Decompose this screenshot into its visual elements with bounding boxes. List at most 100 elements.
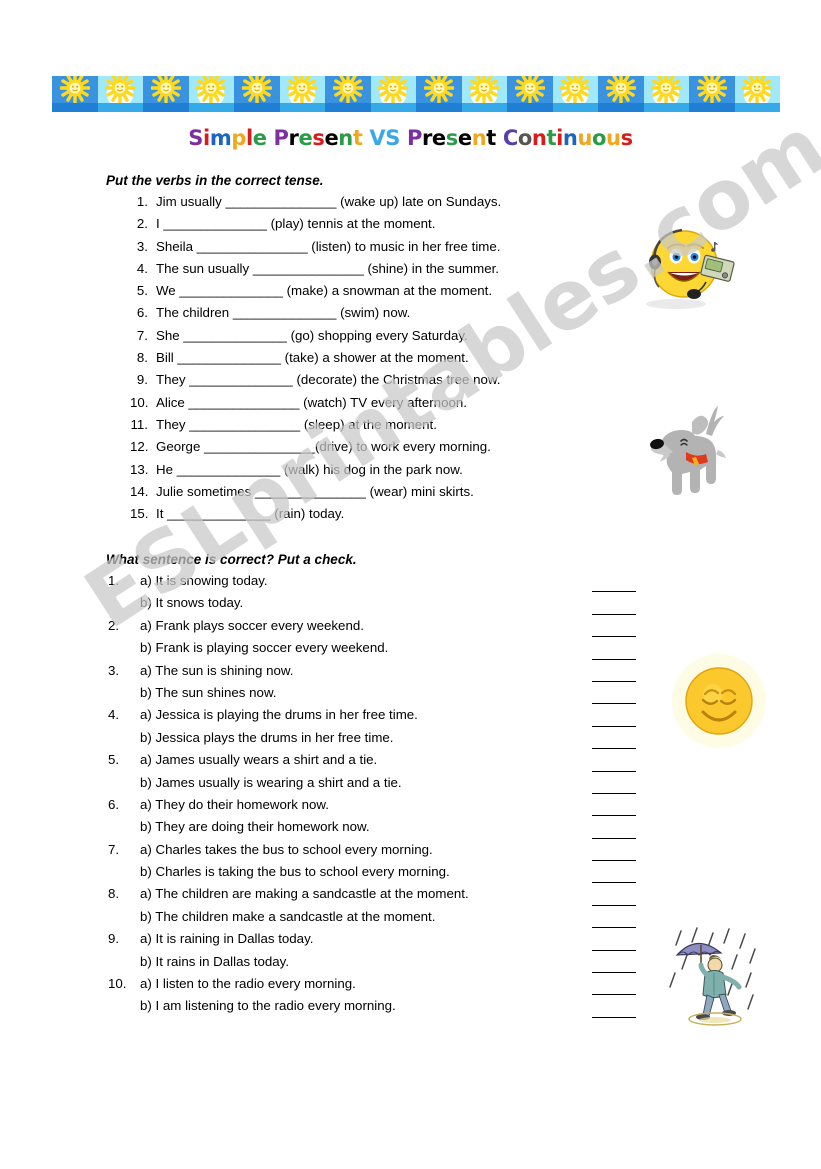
option-sentence: a) James usually wears a shirt and a tie…	[140, 752, 378, 768]
answer-blank[interactable]	[592, 1016, 636, 1018]
exercise-1-item[interactable]: 1. Jim usually _______________ (wake up) …	[130, 194, 600, 216]
banner-sun-tile	[598, 76, 644, 112]
item-number: 6.	[108, 796, 120, 812]
answer-blank[interactable]	[592, 949, 636, 951]
exercise-2-option-row[interactable]: b) They are doing their homework now.	[106, 819, 646, 841]
answer-blank[interactable]	[592, 972, 636, 974]
option-sentence: a) The sun is shining now.	[140, 662, 294, 678]
exercise-1-item[interactable]: 8. Bill ______________ (take) a shower at…	[130, 350, 600, 372]
answer-blank[interactable]	[592, 613, 636, 615]
title-letter: r	[288, 126, 299, 150]
exercise-2-option-row[interactable]: 6. a) They do their homework now.	[106, 797, 646, 819]
exercise-1-item[interactable]: 11. They _______________ (sleep) at the m…	[130, 417, 600, 439]
sun-icon	[423, 76, 454, 103]
item-number: 7.	[136, 327, 148, 343]
exercise-1-item[interactable]: 10. Alice _______________ (watch) TV ever…	[130, 395, 600, 417]
exercise-1-item[interactable]: 15. It ______________ (rain) today.	[130, 506, 600, 528]
answer-blank[interactable]	[592, 703, 636, 705]
item-number: 7.	[108, 841, 120, 857]
exercise-1-item[interactable]: 4. The sun usually _______________ (shine…	[130, 261, 600, 283]
answer-blank[interactable]	[592, 882, 636, 884]
item-number: 1.	[108, 573, 120, 588]
water-strip	[234, 100, 280, 112]
answer-blank[interactable]	[592, 904, 636, 906]
sun-icon	[514, 76, 545, 103]
title-letter: s	[445, 126, 459, 150]
title-letter: S	[188, 126, 204, 150]
exercise-2-option-row[interactable]: b) It snows today.	[106, 595, 646, 617]
item-sentence: We ______________ (make) a snowman at th…	[156, 283, 493, 299]
water-strip	[734, 100, 780, 112]
exercise-2-option-row[interactable]: 10. a) I listen to the radio every mornin…	[106, 976, 646, 998]
option-sentence: b) Jessica plays the drums in her free t…	[140, 729, 394, 745]
exercise-1-item[interactable]: 7. She ______________ (go) shopping every…	[130, 328, 600, 350]
smiley-with-headphones-icon	[630, 218, 740, 310]
title-letter: s	[312, 126, 325, 150]
exercise-2-heading: What sentence is correct? Put a check.	[106, 552, 357, 567]
exercise-2-option-row[interactable]: 7. a) Charles takes the bus to school eve…	[106, 842, 646, 864]
answer-blank[interactable]	[592, 658, 636, 660]
exercise-2-option-row[interactable]: 4. a) Jessica is playing the drums in her…	[106, 707, 646, 729]
water-strip	[188, 100, 234, 112]
water-strip	[325, 100, 371, 112]
banner-sun-tile	[370, 76, 416, 112]
exercise-2-option-row[interactable]: b) Jessica plays the drums in her free t…	[106, 730, 646, 752]
exercise-2-option-row[interactable]: b) I am listening to the radio every mor…	[106, 998, 646, 1020]
item-number	[106, 864, 140, 879]
answer-blank[interactable]	[592, 591, 636, 593]
item-number	[106, 819, 140, 834]
exercise-2-option-row[interactable]: b) The sun shines now.	[106, 685, 646, 707]
exercise-2-option-row[interactable]: 1. a) It is snowing today.	[106, 573, 646, 595]
banner-sun-tile	[279, 76, 325, 112]
item-number: 1.	[136, 194, 148, 209]
banner-sun-tile	[552, 76, 598, 112]
answer-blank[interactable]	[592, 725, 636, 727]
exercise-1-item[interactable]: 3. Sheila _______________ (listen) to mus…	[130, 239, 600, 261]
title-letter: e	[457, 126, 472, 150]
exercise-2-option-row[interactable]: b) Charles is taking the bus to school e…	[106, 864, 646, 886]
answer-blank[interactable]	[592, 636, 636, 638]
exercise-2-option-row[interactable]: 9. a) It is raining in Dallas today.	[106, 931, 646, 953]
answer-blank[interactable]	[592, 837, 636, 839]
exercise-2-option-row[interactable]: 8. a) The children are making a sandcastl…	[106, 886, 646, 908]
answer-blank[interactable]	[592, 680, 636, 682]
exercise-2-option-row[interactable]: 2. a) Frank plays soccer every weekend.	[106, 618, 646, 640]
exercise-2-option-row[interactable]: b) Frank is playing soccer every weekend…	[106, 640, 646, 662]
item-number: 8.	[136, 350, 148, 366]
exercise-1-list: 1. Jim usually _______________ (wake up) …	[130, 194, 600, 528]
item-sentence: Alice _______________ (watch) TV every a…	[156, 394, 467, 410]
exercise-2-option-row[interactable]: 5. a) James usually wears a shirt and a t…	[106, 752, 646, 774]
banner-sun-tile	[643, 76, 689, 112]
answer-blank[interactable]	[592, 748, 636, 750]
sun-icon	[332, 76, 363, 103]
exercise-1-item[interactable]: 2. I ______________ (play) tennis at the …	[130, 216, 600, 238]
exercise-1-item[interactable]: 6. The children ______________ (swim) now…	[130, 305, 600, 327]
sun-icon	[469, 76, 500, 103]
answer-blank[interactable]	[592, 792, 636, 794]
exercise-1-item[interactable]: 9. They ______________ (decorate) the Chr…	[130, 372, 600, 394]
title-letter: e	[431, 126, 446, 150]
exercise-1-item[interactable]: 5. We ______________ (make) a snowman at …	[130, 283, 600, 305]
exercise-2-option-row[interactable]: b) It rains in Dallas today.	[106, 954, 646, 976]
item-number	[106, 775, 140, 790]
sun-icon	[196, 76, 227, 103]
water-strip	[52, 100, 98, 112]
answer-blank[interactable]	[592, 815, 636, 817]
answer-blank[interactable]	[592, 927, 636, 929]
exercise-2-option-row[interactable]: b) The children make a sandcastle at the…	[106, 909, 646, 931]
item-sentence: Sheila _______________ (listen) to music…	[156, 238, 501, 254]
exercise-1-item[interactable]: 14. Julie sometimes _______________ (wear…	[130, 484, 600, 506]
title-letter: n	[338, 126, 353, 150]
answer-blank[interactable]	[592, 860, 636, 862]
water-strip	[507, 100, 553, 112]
title-letter: u	[577, 126, 593, 150]
answer-blank[interactable]	[592, 770, 636, 772]
exercise-1-item[interactable]: 13. He ______________ (walk) his dog in t…	[130, 462, 600, 484]
exercise-2-option-row[interactable]: b) James usually is wearing a shirt and …	[106, 775, 646, 797]
answer-blank[interactable]	[592, 994, 636, 996]
option-sentence: b) Frank is playing soccer every weekend…	[140, 640, 389, 656]
exercise-2-option-row[interactable]: 3. a) The sun is shining now.	[106, 663, 646, 685]
item-number: 8.	[108, 886, 120, 902]
exercise-1-item[interactable]: 12. George _______________(drive) to work…	[130, 439, 600, 461]
item-sentence: It ______________ (rain) today.	[156, 506, 345, 522]
